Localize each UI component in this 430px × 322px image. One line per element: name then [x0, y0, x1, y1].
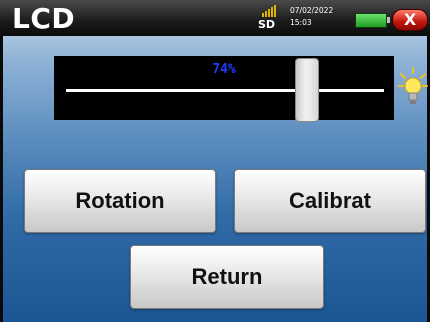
- sd-signal-bars: [262, 5, 276, 17]
- close-button[interactable]: X: [392, 9, 428, 31]
- title-bar: LCD SD 07/02/2022 15:03 X: [0, 0, 430, 36]
- sd-label: SD: [258, 18, 276, 31]
- calibrate-button[interactable]: Calibrat: [234, 169, 426, 233]
- slider-thumb[interactable]: [295, 58, 319, 122]
- battery-tip: [387, 17, 390, 23]
- lightbulb-icon: [398, 67, 428, 104]
- date-text: 07/02/2022: [290, 6, 334, 15]
- battery-icon: [355, 13, 387, 28]
- rotation-button[interactable]: Rotation: [24, 169, 216, 233]
- close-icon: X: [403, 10, 417, 29]
- brightness-percent: 74%: [212, 62, 236, 77]
- brightness-slider[interactable]: 74%: [54, 56, 394, 122]
- datetime: 07/02/2022 15:03: [290, 5, 333, 29]
- return-button[interactable]: Return: [130, 245, 324, 309]
- screen-frame-left: [0, 0, 3, 322]
- sd-card-icon: SD: [258, 5, 280, 33]
- slider-track[interactable]: [66, 89, 384, 92]
- time-text: 15:03: [290, 18, 312, 27]
- page-title: LCD: [12, 2, 76, 35]
